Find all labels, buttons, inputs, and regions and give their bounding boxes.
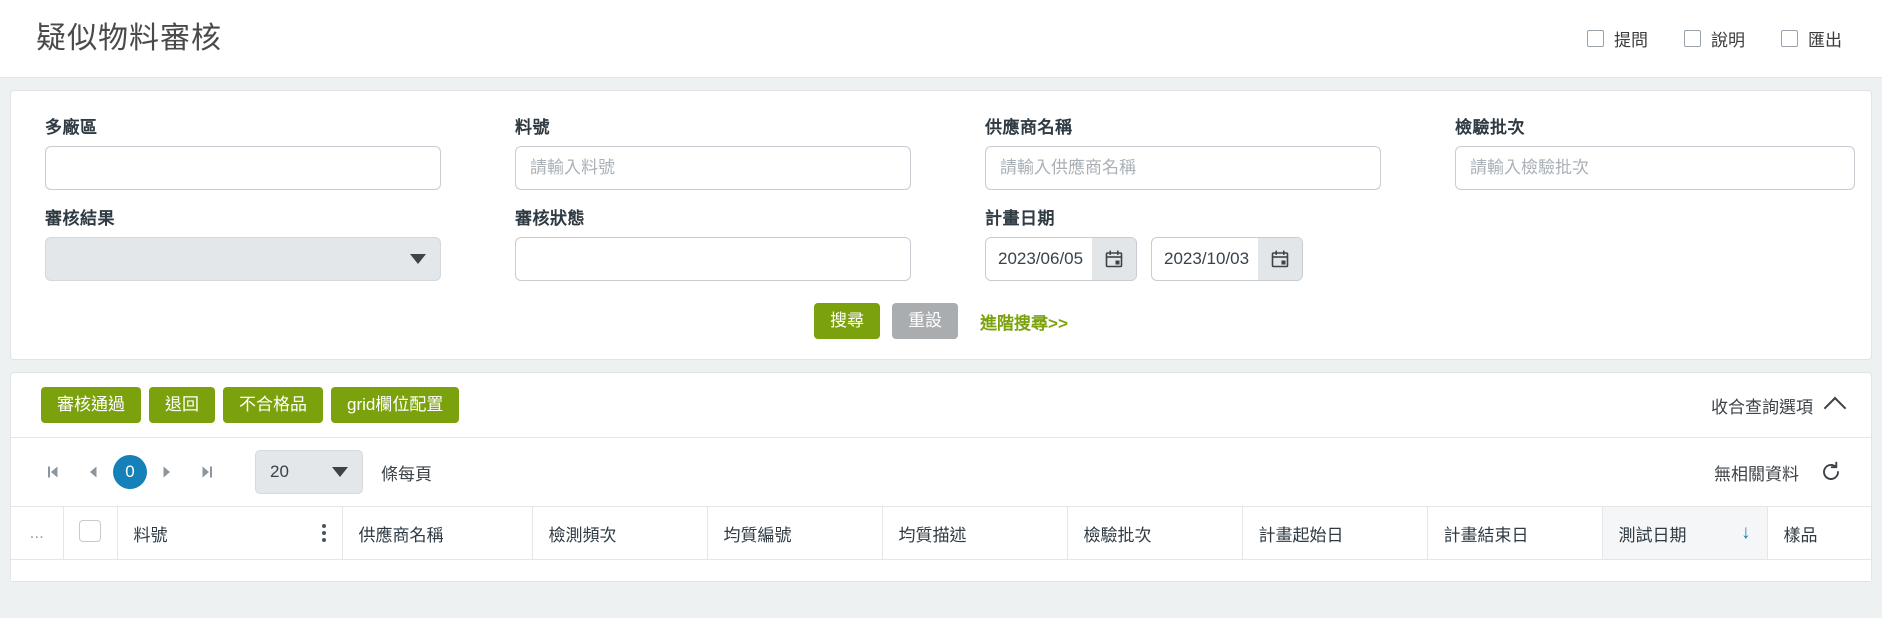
app-page: 疑似物料審核 提問 說明 匯出 多廠區 料號 請輸入料號 供應商名稱 請輸入供應…: [0, 0, 1882, 618]
field-plan-date: 計畫日期 2023/06/05 2023/10/03: [985, 204, 1455, 281]
review-status-input[interactable]: [515, 237, 911, 281]
chevron-down-icon[interactable]: [410, 254, 426, 264]
field-supplier-name: 供應商名稱: [985, 113, 1455, 190]
column-header-plan-end-date[interactable]: 計畫結束日: [1427, 507, 1603, 560]
material-no-input[interactable]: [515, 146, 911, 190]
nonconforming-button[interactable]: 不合格品: [223, 387, 323, 424]
field-review-status-label: 審核狀態: [515, 209, 585, 228]
first-page-icon[interactable]: [33, 456, 73, 488]
column-header-test-frequency[interactable]: 檢測頻次: [532, 507, 708, 560]
grid-table-wrapper: ... 料號 供應商名稱 檢測頻次 均質編號 均質描述 檢驗批次 計畫起始日 計…: [11, 507, 1871, 582]
plan-date-start-value: 2023/06/05: [998, 249, 1084, 268]
plan-date-range: 2023/06/05 2023/10/03: [985, 237, 1381, 281]
field-plan-date-label: 計畫日期: [985, 209, 1055, 228]
column-header-test-date[interactable]: 測試日期 ↓: [1602, 507, 1768, 560]
search-button-row: 搜尋 重設 進階搜尋>>: [45, 303, 1837, 340]
column-header-select-all[interactable]: [63, 507, 118, 560]
pagination-status: 無相關資料: [1714, 460, 1843, 485]
header-action-help[interactable]: 說明: [1684, 26, 1745, 51]
app-header: 疑似物料審核 提問 說明 匯出: [0, 0, 1882, 78]
checkbox-icon[interactable]: [1684, 30, 1701, 47]
grid-header-row: ... 料號 供應商名稱 檢測頻次 均質編號 均質描述 檢驗批次 計畫起始日 計…: [11, 507, 1871, 560]
field-supplier-name-label: 供應商名稱: [985, 118, 1073, 137]
column-header-label: 料號: [133, 525, 168, 545]
return-button[interactable]: 退回: [149, 387, 215, 424]
field-material-no: 料號: [515, 113, 985, 190]
prev-page-icon[interactable]: [73, 456, 113, 488]
per-page-label: 條每頁: [381, 464, 432, 484]
approve-button[interactable]: 審核通過: [41, 387, 141, 424]
field-review-status: 審核狀態: [515, 204, 985, 281]
search-button[interactable]: 搜尋: [814, 303, 881, 340]
calendar-icon[interactable]: [1258, 238, 1302, 280]
grid-table-head: ... 料號 供應商名稱 檢測頻次 均質編號 均質描述 檢驗批次 計畫起始日 計…: [11, 507, 1871, 560]
header-action-question[interactable]: 提問: [1587, 26, 1648, 51]
column-header-label: 測試日期: [1618, 525, 1687, 545]
header-action-label: 提問: [1614, 31, 1648, 50]
column-header-ellipsis[interactable]: ...: [11, 507, 64, 560]
grid-action-buttons: 審核通過 退回 不合格品 grid欄位配置: [41, 387, 460, 424]
no-data-status: 無相關資料: [1714, 464, 1799, 484]
column-header-homogeneity-desc[interactable]: 均質描述: [882, 507, 1068, 560]
next-page-icon[interactable]: [147, 456, 187, 488]
page-size-value: 20: [270, 462, 289, 482]
supplier-name-input[interactable]: [985, 146, 1381, 190]
search-form: 多廠區 料號 供應商名稱 檢驗批次 審核結果: [45, 113, 1855, 281]
field-spacer: [1455, 204, 1855, 281]
column-header-homogeneity-no[interactable]: 均質編號: [707, 507, 883, 560]
column-header-sample[interactable]: 樣品: [1767, 507, 1871, 560]
sort-descending-icon[interactable]: ↓: [1729, 522, 1751, 544]
plan-date-end[interactable]: 2023/10/03: [1151, 237, 1303, 281]
review-result-select[interactable]: [45, 237, 441, 281]
header-actions: 提問 說明 匯出: [1587, 26, 1842, 51]
chevron-up-icon[interactable]: [1823, 396, 1847, 420]
grid-table: ... 料號 供應商名稱 檢測頻次 均質編號 均質描述 檢驗批次 計畫起始日 計…: [11, 507, 1871, 560]
advanced-search-link[interactable]: 進階搜尋>>: [980, 309, 1068, 334]
grid-column-config-button[interactable]: grid欄位配置: [331, 387, 460, 424]
header-action-export[interactable]: 匯出: [1781, 26, 1842, 51]
inspection-lot-input[interactable]: [1455, 146, 1855, 190]
column-header-plan-start-date[interactable]: 計畫起始日: [1242, 507, 1428, 560]
column-header-material-no[interactable]: 料號: [117, 507, 343, 560]
calendar-icon[interactable]: [1092, 238, 1136, 280]
pagination-controls: 0 20 條每頁: [33, 450, 432, 495]
field-inspection-lot: 檢驗批次: [1455, 113, 1855, 190]
pagination-bar: 0 20 條每頁 無相關資料: [11, 438, 1871, 508]
checkbox-icon[interactable]: [1781, 30, 1798, 47]
reset-button[interactable]: 重設: [892, 303, 959, 340]
column-header-supplier-name[interactable]: 供應商名稱: [342, 507, 533, 560]
last-page-icon[interactable]: [187, 456, 227, 488]
column-header-inspection-lot[interactable]: 檢驗批次: [1067, 507, 1243, 560]
refresh-icon[interactable]: [1819, 460, 1843, 484]
plan-date-end-value: 2023/10/03: [1164, 249, 1250, 268]
plant-input[interactable]: [45, 146, 441, 190]
select-all-checkbox[interactable]: [79, 519, 101, 542]
chevron-down-icon[interactable]: [332, 467, 348, 478]
column-menu-icon[interactable]: [312, 524, 326, 543]
field-material-no-label: 料號: [515, 118, 550, 137]
field-plant-label: 多廠區: [45, 118, 98, 137]
grid-empty-body: [11, 559, 1871, 582]
field-inspection-lot-label: 檢驗批次: [1455, 118, 1525, 137]
field-review-result-label: 審核結果: [45, 209, 115, 228]
plan-date-start[interactable]: 2023/06/05: [985, 237, 1137, 281]
collapse-search-options-toggle[interactable]: 收合查詢選項: [1711, 393, 1847, 420]
header-action-label: 說明: [1711, 31, 1745, 50]
field-plant: 多廠區: [45, 113, 515, 190]
header-action-label: 匯出: [1808, 31, 1842, 50]
current-page-indicator[interactable]: 0: [113, 455, 147, 490]
search-panel: 多廠區 料號 供應商名稱 檢驗批次 審核結果: [10, 90, 1872, 361]
checkbox-icon[interactable]: [1587, 30, 1604, 47]
field-review-result: 審核結果: [45, 204, 515, 281]
page-title: 疑似物料審核: [36, 21, 222, 55]
grid-toolbar: 審核通過 退回 不合格品 grid欄位配置 收合查詢選項: [11, 373, 1871, 439]
grid-panel: 審核通過 退回 不合格品 grid欄位配置 收合查詢選項 0 20 條每頁 無相…: [10, 372, 1872, 583]
collapse-search-options-label: 收合查詢選項: [1711, 397, 1813, 417]
page-size-select[interactable]: 20: [255, 450, 363, 495]
